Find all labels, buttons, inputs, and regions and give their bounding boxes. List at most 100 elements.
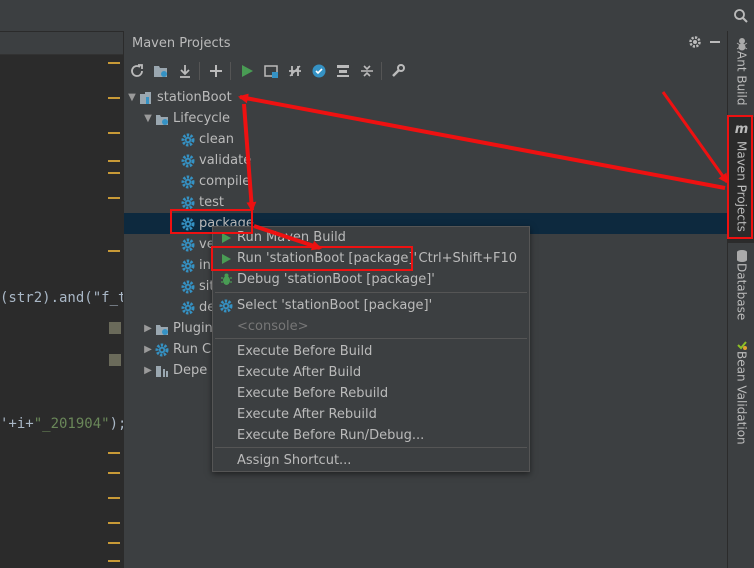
gear-icon	[180, 258, 196, 274]
panel-hide-button[interactable]	[708, 35, 722, 53]
gutter-mark	[108, 62, 120, 64]
run-icon	[242, 65, 253, 77]
ant-build-label: Ant Build	[734, 51, 749, 106]
toolbar-separator	[381, 62, 382, 80]
download-icon	[180, 65, 190, 78]
right-tool-strip: Ant Build m Maven Projects Database Bean…	[727, 31, 754, 568]
toggle-offline-button[interactable]	[284, 60, 306, 82]
expanded-arrow-icon[interactable]: ▼	[126, 92, 138, 103]
expanded-arrow-icon[interactable]: ▼	[142, 113, 154, 124]
gutter-mark	[108, 452, 120, 454]
download-button[interactable]	[174, 60, 196, 82]
tree-label: Depe	[173, 363, 208, 378]
tree-node-goal[interactable]: test	[124, 192, 728, 213]
menu-item-execute-before-rebuild[interactable]: Execute Before Rebuild	[213, 383, 529, 404]
reimport-button[interactable]	[126, 60, 148, 82]
tree-label: test	[199, 195, 224, 210]
panel-header: Maven Projects	[124, 31, 728, 55]
tree-label: Lifecycle	[173, 111, 231, 126]
debug-bug-icon	[215, 273, 237, 286]
toolbar-separator	[230, 62, 231, 80]
code-editor[interactable]: (str2).and("f_t '+i+"_201904");	[0, 32, 127, 568]
menu-separator	[215, 292, 527, 293]
menu-item-execute-before-run[interactable]: Execute Before Run/Debug...	[213, 425, 529, 446]
tree-label: Plugin	[173, 321, 213, 336]
gutter-mark	[108, 197, 120, 199]
add-project-button[interactable]	[205, 60, 227, 82]
menu-item-execute-after-build[interactable]: Execute After Build	[213, 362, 529, 383]
skip-tests-icon	[312, 64, 326, 78]
gutter-mark	[108, 560, 120, 562]
maven-settings-button[interactable]	[387, 60, 409, 82]
tree-node-goal[interactable]: clean	[124, 129, 728, 150]
menu-item-console: <console>	[213, 316, 529, 337]
execute-goal-button[interactable]	[260, 60, 282, 82]
menu-item-execute-before-build[interactable]: Execute Before Build	[213, 341, 529, 362]
show-dependencies-button[interactable]	[332, 60, 354, 82]
menu-item-label: Execute After Build	[237, 365, 362, 380]
menu-separator	[215, 447, 527, 448]
collapsed-arrow-icon[interactable]: ▶	[142, 365, 154, 376]
collapsed-arrow-icon[interactable]: ▶	[142, 344, 154, 355]
run-icon	[215, 253, 237, 265]
execute-goal-icon	[264, 65, 278, 78]
gutter-mark	[108, 132, 120, 134]
gutter-mark	[108, 472, 120, 474]
menu-item-select-package[interactable]: Select 'stationBoot [package]'	[213, 295, 529, 316]
search-button[interactable]	[727, 0, 754, 31]
menu-item-run-package[interactable]: Run 'stationBoot [package]' Ctrl+Shift+F…	[213, 248, 529, 269]
menu-item-label: Execute After Rebuild	[237, 407, 377, 422]
tree-node-lifecycle[interactable]: ▼ Lifecycle	[124, 108, 728, 129]
collapsed-arrow-icon[interactable]: ▶	[142, 323, 154, 334]
context-menu: Run Maven Build Run 'stationBoot [packag…	[212, 226, 530, 472]
generate-sources-button[interactable]	[150, 60, 172, 82]
maven-projects-tab[interactable]: m Maven Projects	[728, 117, 754, 243]
menu-item-run-maven-build[interactable]: Run Maven Build	[213, 227, 529, 248]
maven-toolbar	[124, 58, 728, 84]
minimize-icon	[710, 41, 720, 43]
gear-icon	[180, 216, 196, 232]
reimport-icon	[131, 64, 143, 77]
tree-node-project[interactable]: ▼ stationBoot	[124, 87, 728, 108]
add-icon	[210, 65, 222, 77]
ant-build-tab[interactable]: Ant Build	[728, 37, 754, 117]
panel-settings-button[interactable]	[688, 35, 702, 53]
gear-icon	[215, 299, 237, 313]
gear-icon	[180, 237, 196, 253]
tree-label: Run C	[173, 342, 212, 357]
gear-icon	[689, 36, 701, 48]
gear-icon	[180, 300, 196, 316]
code-line: '+i+"_201904");	[0, 416, 127, 432]
menu-item-execute-after-rebuild[interactable]: Execute After Rebuild	[213, 404, 529, 425]
collapse-all-button[interactable]	[356, 60, 378, 82]
database-tab[interactable]: Database	[728, 249, 754, 329]
menu-item-label: Select 'stationBoot [package]'	[237, 298, 433, 313]
toggle-offline-icon	[289, 65, 301, 77]
maven-project-icon	[138, 90, 154, 106]
gutter-block	[109, 354, 121, 366]
code-line: (str2).and("f_t	[0, 290, 127, 306]
bean-validation-tab[interactable]: Bean Validation	[728, 339, 754, 459]
panel-title: Maven Projects	[132, 35, 231, 51]
menu-item-label: Execute Before Build	[237, 344, 373, 359]
gutter-mark	[108, 172, 120, 174]
gutter-mark	[108, 522, 120, 524]
menu-item-label: Debug 'stationBoot [package]'	[237, 272, 435, 287]
tree-node-goal[interactable]: compile	[124, 171, 728, 192]
gutter-block	[109, 322, 121, 334]
skip-tests-button[interactable]	[308, 60, 330, 82]
menu-separator	[215, 338, 527, 339]
gutter-mark	[108, 160, 120, 162]
menu-item-assign-shortcut[interactable]: Assign Shortcut...	[213, 450, 529, 471]
search-icon	[733, 8, 748, 23]
gutter-mark	[108, 250, 120, 252]
gutter-mark	[108, 97, 120, 99]
generate-sources-icon	[154, 66, 167, 77]
tree-node-goal[interactable]: validate	[124, 150, 728, 171]
bean-validation-label: Bean Validation	[734, 351, 749, 445]
collapse-all-icon	[361, 65, 373, 77]
database-icon	[736, 250, 747, 262]
gear-icon	[180, 153, 196, 169]
run-build-button[interactable]	[236, 60, 258, 82]
menu-item-debug-package[interactable]: Debug 'stationBoot [package]'	[213, 269, 529, 290]
